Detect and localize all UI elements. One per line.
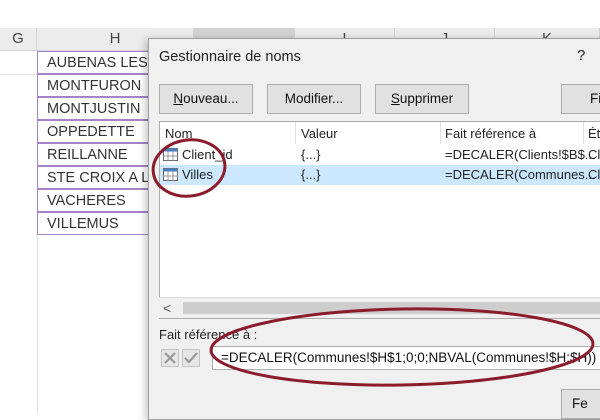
- item-name: Villes: [182, 167, 213, 182]
- name-table-icon: [163, 168, 178, 181]
- cell[interactable]: VACHERES: [37, 189, 150, 212]
- item-value: {...}: [301, 167, 321, 182]
- cell[interactable]: MONTJUSTIN: [37, 97, 150, 120]
- names-list[interactable]: Nom Valeur Fait référence à Ét Client_id…: [159, 121, 600, 319]
- item-scope: Cla: [588, 147, 600, 162]
- help-button[interactable]: ?: [577, 47, 585, 64]
- list-item[interactable]: Client_id {...} =DECALER(Clients!$B$... …: [160, 145, 600, 165]
- cancel-edit-icon[interactable]: [161, 349, 179, 367]
- header-value[interactable]: Valeur: [301, 126, 338, 141]
- filter-button[interactable]: Fil: [561, 84, 600, 114]
- new-button-mnemonic: N: [173, 91, 184, 106]
- item-name: Client_id: [182, 147, 233, 162]
- cell[interactable]: OPPEDETTE: [37, 120, 150, 143]
- refers-to-input[interactable]: =DECALER(Communes!$H$1;0;0;NBVAL(Commune…: [212, 346, 600, 370]
- header-name[interactable]: Nom: [165, 126, 192, 141]
- cell[interactable]: AUBENAS LES ALPES: [37, 51, 150, 74]
- cell[interactable]: VILLEMUS: [37, 212, 150, 235]
- confirm-edit-icon[interactable]: [182, 349, 200, 367]
- new-button[interactable]: Nouveau...: [159, 84, 253, 114]
- list-item-selected[interactable]: Villes {...} =DECALER(Communes... Cla: [160, 165, 600, 185]
- refers-to-label: Fait référence à :: [159, 327, 258, 342]
- item-refers-to: =DECALER(Communes...: [445, 167, 596, 182]
- item-scope: Cla: [588, 167, 600, 182]
- header-refers-to[interactable]: Fait référence à: [445, 126, 536, 141]
- delete-button[interactable]: Supprimer: [375, 84, 469, 114]
- item-value: {...}: [301, 147, 321, 162]
- column-header-g[interactable]: G: [0, 28, 37, 50]
- header-divider: [583, 122, 584, 144]
- close-button[interactable]: Fe: [561, 389, 600, 419]
- header-divider: [440, 122, 441, 144]
- delete-button-mnemonic: S: [390, 91, 400, 106]
- cell[interactable]: MONTFURON: [37, 74, 150, 97]
- top-bar: [0, 0, 600, 28]
- item-refers-to: =DECALER(Clients!$B$...: [445, 147, 596, 162]
- name-table-icon: [163, 148, 178, 161]
- dialog-title: Gestionnaire de noms: [159, 49, 301, 65]
- header-scope[interactable]: Ét: [588, 126, 600, 141]
- horizontal-scrollbar[interactable]: <: [159, 297, 600, 318]
- cell[interactable]: STE CROIX A LAUZE: [37, 166, 150, 189]
- name-manager-dialog: Gestionnaire de noms ? Nouveau... Modifi…: [148, 38, 600, 420]
- modify-button[interactable]: Modifier...: [267, 84, 361, 114]
- new-button-label: ouveau...: [183, 91, 239, 106]
- scroll-thumb[interactable]: [183, 302, 600, 314]
- delete-button-label: upprimer: [399, 91, 454, 106]
- scroll-left-icon[interactable]: <: [163, 300, 171, 316]
- header-divider: [295, 122, 296, 144]
- cell[interactable]: REILLANNE: [37, 143, 150, 166]
